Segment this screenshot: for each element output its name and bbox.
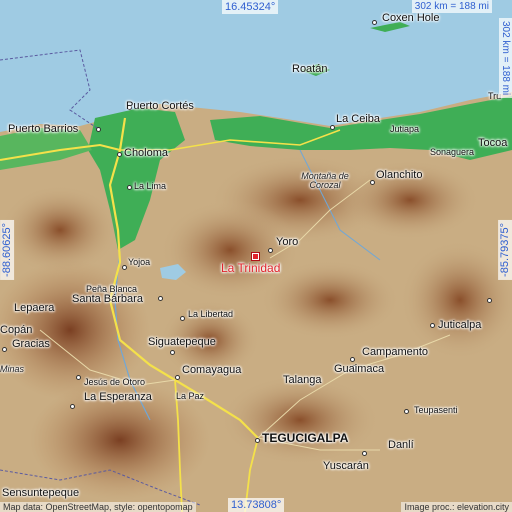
longitude-left-readout: -88.60625° <box>0 220 15 280</box>
place-dot <box>330 125 335 130</box>
place-label: Danlí <box>388 439 414 451</box>
place-dot <box>430 323 435 328</box>
capital-label: TEGUCIGALPA <box>262 431 349 445</box>
place-label: Puerto Cortés <box>126 100 194 112</box>
place-label: Siguatepeque <box>148 336 216 348</box>
place-label: Campamento <box>362 346 429 358</box>
place-dot <box>122 265 127 270</box>
place-label: La Ceiba <box>336 113 381 125</box>
place-dot <box>404 409 409 414</box>
mountain-label: Montaña de Corozal <box>301 171 349 190</box>
place-label: Jesús de Otoro <box>84 377 146 387</box>
place-label: Yuscarán <box>323 460 369 472</box>
latitude-bottom-readout: 13.73808° <box>228 497 285 512</box>
place-label: Lepaera <box>14 302 55 314</box>
target-location-marker[interactable] <box>251 252 260 261</box>
latitude-top-readout: 16.45324° <box>222 0 279 15</box>
place-label: Choloma <box>124 147 169 159</box>
place-dot <box>370 180 375 185</box>
place-dot <box>350 357 355 362</box>
place-dot <box>255 438 260 443</box>
place-label: Sonaguera <box>430 147 475 157</box>
place-dot <box>158 296 163 301</box>
scale-top: 302 km = 188 mi <box>411 0 492 13</box>
place-dot <box>170 350 175 355</box>
place-label: Coxen Hole <box>382 12 440 24</box>
place-label: Tocoa <box>478 137 508 149</box>
place-dot <box>96 127 101 132</box>
place-label: Puerto Barrios <box>8 123 79 135</box>
place-dot <box>175 375 180 380</box>
place-label: Yojoa <box>128 257 151 267</box>
map-view[interactable]: Coxen Hole Roatán Puerto Cortés Puerto B… <box>0 0 512 512</box>
place-dot <box>372 20 377 25</box>
place-label: Guaimaca <box>334 363 385 375</box>
place-label: Copán <box>0 324 33 336</box>
place-label: Talanga <box>283 374 322 386</box>
place-label: Gracias <box>12 338 50 350</box>
place-label: La Paz <box>176 391 205 401</box>
longitude-right-readout: -85.79375° <box>497 220 512 280</box>
place-dot <box>2 347 7 352</box>
place-dot <box>268 248 273 253</box>
mountain-area <box>220 375 380 465</box>
place-dot <box>76 375 81 380</box>
place-label: Sensuntepeque <box>2 487 80 499</box>
mountain-area <box>0 185 120 275</box>
place-label: Juticalpa <box>438 319 482 331</box>
place-dot <box>117 152 122 157</box>
place-label: Comayagua <box>182 364 242 376</box>
place-label: Minas <box>0 364 25 374</box>
scale-right: 302 km = 188 mi <box>499 18 512 99</box>
place-label: Yoro <box>276 236 299 248</box>
target-location-label[interactable]: La Trinidad <box>221 262 280 274</box>
place-dot <box>180 316 185 321</box>
place-label: Olanchito <box>376 169 423 181</box>
place-dot <box>70 404 75 409</box>
place-label: La Lima <box>134 181 167 191</box>
place-dot <box>362 451 367 456</box>
place-dot <box>127 185 132 190</box>
place-label: Roatán <box>292 63 328 75</box>
place-label: Santa Bárbara <box>72 293 143 305</box>
attribution-left: Map data: OpenStreetMap, style: opentopo… <box>0 502 196 512</box>
place-label: La Esperanza <box>84 391 152 403</box>
place-label: Jutiapa <box>390 124 420 134</box>
mountain-area <box>260 260 400 340</box>
attribution-right: Image proc.: elevation.city <box>401 502 512 512</box>
place-label: Teupasenti <box>414 405 458 415</box>
place-dot <box>487 298 492 303</box>
place-label: La Libertad <box>188 309 234 319</box>
